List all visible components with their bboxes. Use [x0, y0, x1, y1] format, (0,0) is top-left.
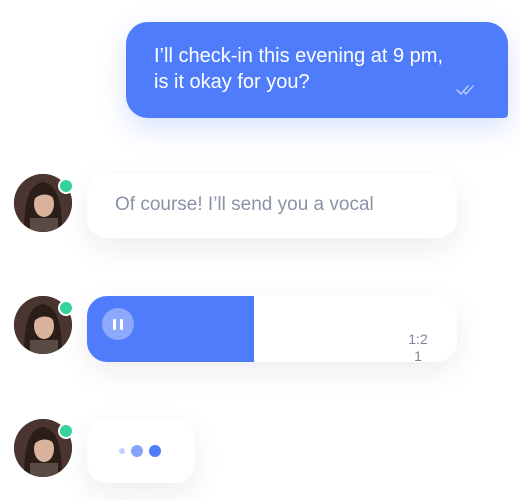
- received-message-bubble: Of course! I’ll send you a vocal: [87, 174, 457, 238]
- typing-indicator: [119, 445, 167, 457]
- online-status-dot: [58, 178, 74, 194]
- received-message-text: Of course! I’ll send you a vocal: [115, 194, 374, 215]
- typing-dot: [119, 448, 125, 454]
- typing-dot: [149, 445, 161, 457]
- contact-avatar[interactable]: [14, 174, 74, 232]
- contact-avatar[interactable]: [14, 296, 74, 354]
- pause-icon: [113, 318, 116, 330]
- online-status-dot: [58, 300, 74, 316]
- voice-message-bubble[interactable]: 1:21: [87, 296, 457, 362]
- sent-message-bubble: I’ll check-in this evening at 9 pm, is i…: [126, 22, 508, 118]
- pause-button[interactable]: [102, 308, 134, 340]
- contact-avatar[interactable]: [14, 419, 74, 477]
- typing-dot: [131, 445, 143, 457]
- double-check-icon: [456, 85, 474, 95]
- typing-indicator-bubble: [87, 419, 195, 483]
- voice-duration: 1:21: [408, 331, 428, 362]
- sent-message-text: I’ll check-in this evening at 9 pm, is i…: [154, 45, 444, 93]
- online-status-dot: [58, 423, 74, 439]
